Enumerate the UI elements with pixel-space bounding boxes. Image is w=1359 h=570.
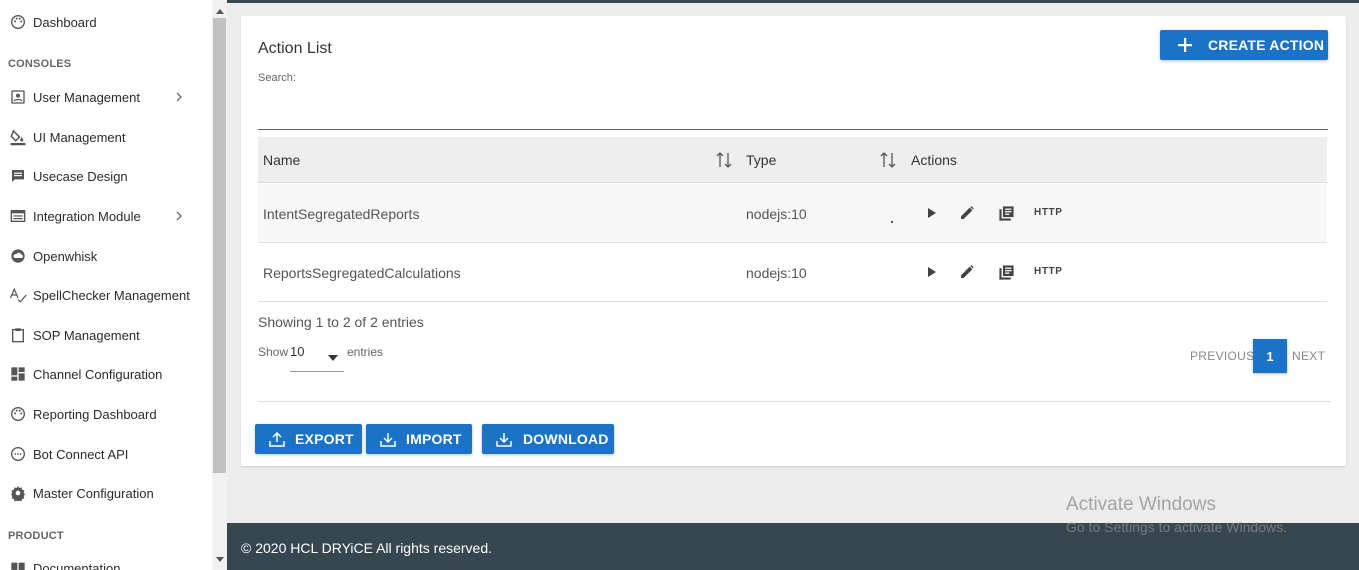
sidebar-item-usecase-design[interactable]: Usecase Design [0, 161, 212, 191]
footer-copyright: © 2020 HCL DRYiCE All rights reserved. [241, 540, 493, 556]
download-label: DOWNLOAD [523, 431, 609, 447]
sidebar-item-label: Master Configuration [33, 485, 154, 501]
sidebar-item-reporting-dashboard[interactable]: Reporting Dashboard [0, 399, 212, 429]
create-action-button[interactable]: CREATE ACTION [1160, 30, 1328, 60]
cell-name: IntentSegregatedReports [263, 206, 420, 222]
sidebar-item-label: Usecase Design [33, 168, 128, 184]
spellcheck-icon [9, 286, 27, 304]
import-button[interactable]: IMPORT [366, 424, 472, 454]
sidebar-item-label: Integration Module [33, 208, 141, 224]
export-button[interactable]: EXPORT [255, 424, 362, 454]
import-label: IMPORT [406, 431, 462, 447]
scroll-up-arrow-icon[interactable] [212, 4, 227, 18]
cell-type: nodejs:10 [746, 265, 807, 281]
page-length-select[interactable]: 10 [290, 341, 344, 372]
show-label: Show [258, 345, 289, 359]
caret-down-icon [328, 349, 338, 361]
edit-pencil-icon[interactable] [958, 204, 976, 222]
sidebar-item-label: SOP Management [33, 327, 140, 343]
column-header-type[interactable]: Type [746, 152, 776, 168]
sidebar-item-label: Documentation [33, 560, 121, 570]
activate-windows-title: Activate Windows [1066, 494, 1216, 515]
paint-bucket-icon [9, 128, 27, 146]
page-title: Action List [258, 40, 332, 57]
plus-icon [1177, 37, 1193, 53]
upload-icon [269, 431, 285, 447]
chevron-right-icon [173, 91, 185, 103]
api-icon [9, 445, 27, 463]
pagination-previous[interactable]: PREVIOUS [1190, 349, 1254, 363]
activate-windows-subtitle: Go to Settings to activate Windows. [1066, 519, 1287, 535]
sidebar-item-sop-management[interactable]: SOP Management [0, 320, 212, 350]
sidebar-item-openwhisk[interactable]: Openwhisk [0, 241, 212, 271]
clipboard-icon [9, 326, 27, 344]
download-icon [496, 431, 512, 447]
create-action-label: CREATE ACTION [1208, 37, 1325, 53]
sidebar-item-label: Dashboard [33, 14, 97, 30]
dashboard-tiles-icon [9, 365, 27, 383]
http-link[interactable]: HTTP [1034, 266, 1063, 277]
sidebar-item-label: Reporting Dashboard [33, 406, 157, 422]
entries-label: entries [347, 345, 384, 359]
sidebar-item-channel-configuration[interactable]: Channel Configuration [0, 359, 212, 389]
search-label: Search: [258, 72, 296, 84]
page-length-value: 10 [290, 344, 305, 359]
section-label-product: PRODUCT [8, 530, 64, 542]
book-icon [9, 559, 27, 570]
sidebar-item-dashboard[interactable]: Dashboard [0, 7, 212, 37]
download-icon [380, 431, 396, 447]
palette-icon [9, 13, 27, 31]
play-icon[interactable] [922, 204, 940, 222]
table-info: Showing 1 to 2 of 2 entries [258, 314, 424, 330]
library-books-icon[interactable] [997, 263, 1015, 281]
sidebar-item-ui-management[interactable]: UI Management [0, 122, 212, 152]
action-list-card: Action List Search: CREATE ACTION Name T… [241, 16, 1346, 466]
sidebar-item-label: UI Management [33, 129, 126, 145]
sidebar-item-integration-module[interactable]: Integration Module [0, 201, 212, 231]
search-input[interactable] [258, 114, 1328, 130]
cell-name: ReportsSegregatedCalculations [263, 265, 461, 281]
pagination-page-1[interactable]: 1 [1253, 339, 1287, 373]
sort-icon[interactable] [715, 151, 733, 169]
cell-type: nodejs:10 [746, 206, 807, 222]
table-row: ReportsSegregatedCalculations nodejs:10 … [258, 243, 1327, 302]
sort-icon[interactable] [879, 151, 897, 169]
sidebar-item-label: Openwhisk [33, 248, 98, 264]
sidebar-item-label: Bot Connect API [33, 446, 129, 462]
sidebar-item-spellchecker-management[interactable]: SpellChecker Management [0, 280, 212, 310]
account-box-icon [9, 88, 27, 106]
play-icon[interactable] [922, 263, 940, 281]
column-header-name[interactable]: Name [263, 152, 300, 168]
scrollbar-thumb[interactable] [213, 18, 226, 473]
sidebar: Dashboard CONSOLES User Management UI Ma… [0, 0, 212, 570]
section-label-consoles: CONSOLES [8, 58, 72, 70]
top-bar [227, 0, 1359, 3]
cloud-icon [9, 247, 27, 265]
sidebar-item-label: Channel Configuration [33, 366, 163, 382]
edit-pencil-icon[interactable] [958, 263, 976, 281]
export-label: EXPORT [295, 431, 354, 447]
window-icon [9, 207, 27, 225]
message-box-icon [9, 167, 27, 185]
scroll-down-arrow-icon[interactable] [212, 553, 227, 567]
http-link[interactable]: HTTP [1034, 207, 1063, 218]
table-row: IntentSegregatedReports nodejs:10 HTTP [258, 184, 1327, 243]
pagination-next[interactable]: NEXT [1292, 349, 1325, 363]
sidebar-item-label: User Management [33, 89, 140, 105]
gear-icon [9, 484, 27, 502]
sidebar-item-master-configuration[interactable]: Master Configuration [0, 478, 212, 508]
column-header-actions: Actions [911, 152, 957, 168]
stray-dot [891, 221, 893, 223]
sidebar-item-user-management[interactable]: User Management [0, 82, 212, 112]
palette-icon [9, 405, 27, 423]
chevron-right-icon [173, 210, 185, 222]
download-button[interactable]: DOWNLOAD [482, 424, 614, 454]
table-header: Name Type Actions [258, 137, 1327, 183]
divider [258, 401, 1331, 402]
library-books-icon[interactable] [997, 204, 1015, 222]
sidebar-scrollbar[interactable] [212, 0, 227, 570]
sidebar-item-bot-connect-api[interactable]: Bot Connect API [0, 439, 212, 469]
sidebar-item-label: SpellChecker Management [33, 287, 190, 303]
sidebar-item-documentation[interactable]: Documentation [0, 553, 212, 570]
